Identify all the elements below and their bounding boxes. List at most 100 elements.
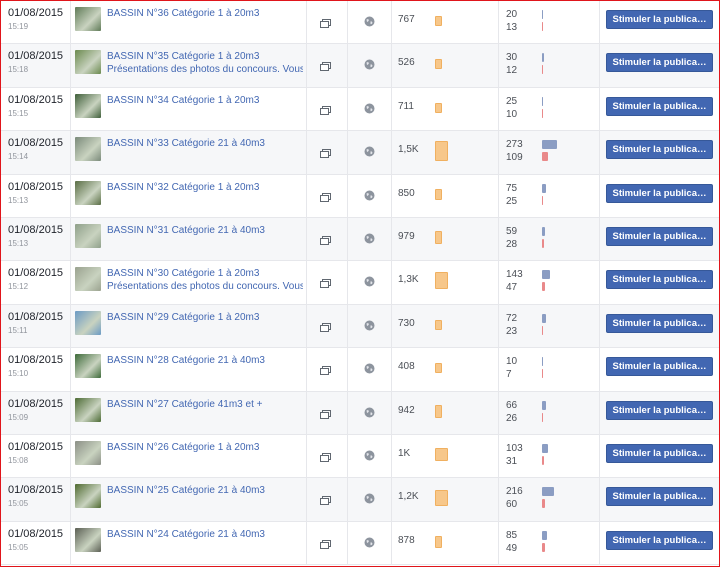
post-title-link[interactable]: BASSIN N°25 Catégorie 21 à 40m3 <box>107 484 303 497</box>
column-divider <box>599 174 600 217</box>
post-title-link[interactable]: BASSIN N°31 Catégorie 21 à 40m3 <box>107 224 303 237</box>
boost-post-button[interactable]: Stimuler la publica… <box>606 53 713 73</box>
boost-post-button[interactable]: Stimuler la publica… <box>606 357 713 377</box>
share-box-icon[interactable] <box>320 319 331 332</box>
boost-post-button[interactable]: Stimuler la publica… <box>606 444 713 463</box>
post-thumbnail[interactable] <box>75 527 101 552</box>
post-thumbnail[interactable] <box>75 484 101 509</box>
post-thumbnail[interactable] <box>75 137 101 162</box>
post-thumbnail[interactable] <box>75 397 101 422</box>
reach-bar <box>435 141 448 162</box>
post-thumbnail[interactable] <box>75 50 101 75</box>
engagement-bar-top <box>542 53 544 63</box>
column-divider <box>347 304 348 348</box>
post-title-link[interactable]: BASSIN N°33 Catégorie 21 à 40m3 <box>107 137 303 150</box>
post-title-link[interactable]: BASSIN N°32 Catégorie 1 à 20m3 <box>107 181 303 194</box>
column-divider <box>306 174 307 217</box>
share-box-icon[interactable] <box>320 15 331 28</box>
post-title[interactable]: BASSIN N°31 Catégorie 21 à 40m3 <box>107 225 265 236</box>
post-title-link[interactable]: BASSIN N°28 Catégorie 21 à 40m3 <box>107 354 303 367</box>
post-title[interactable]: BASSIN N°26 Catégorie 1 à 20m3 <box>107 442 259 453</box>
share-box-icon[interactable] <box>320 58 331 72</box>
post-thumbnail[interactable] <box>75 93 101 118</box>
share-box-icon[interactable] <box>320 406 331 419</box>
post-subtitle[interactable]: Présentations des photos du concours. Vo… <box>107 63 303 76</box>
reach-bar <box>435 272 448 290</box>
post-title[interactable]: BASSIN N°24 Catégorie 21 à 40m3 <box>107 529 265 540</box>
column-divider <box>498 348 499 391</box>
reach-bar <box>435 490 448 507</box>
share-box-icon[interactable] <box>320 362 331 376</box>
post-thumbnail[interactable] <box>75 267 101 292</box>
reach-value: 850 <box>398 187 415 199</box>
post-thumbnail[interactable] <box>75 310 101 335</box>
column-divider <box>391 391 392 434</box>
engagement-top-value: 66 <box>506 399 518 411</box>
engagement-bottom-value: 60 <box>506 499 518 511</box>
column-divider <box>498 261 499 304</box>
reach-bar <box>435 188 442 200</box>
post-title-link[interactable]: BASSIN N°24 Catégorie 21 à 40m3 <box>107 528 303 541</box>
boost-post-button[interactable]: Stimuler la publica… <box>606 270 713 290</box>
boost-post-button[interactable]: Stimuler la publica… <box>606 400 713 420</box>
globe-icon <box>364 405 375 418</box>
reach-value: 878 <box>398 534 415 546</box>
post-thumbnail[interactable] <box>75 224 101 248</box>
boost-post-button[interactable]: Stimuler la publica… <box>606 96 713 116</box>
boost-post-button[interactable]: Stimuler la publica… <box>606 227 713 246</box>
boost-post-button[interactable]: Stimuler la publica… <box>606 487 713 507</box>
post-title-link[interactable]: BASSIN N°34 Catégorie 1 à 20m3 <box>107 94 303 107</box>
share-box-icon[interactable] <box>320 232 331 245</box>
reach-value: 1K <box>398 448 411 459</box>
post-title-link[interactable]: BASSIN N°35 Catégorie 1 à 20m3 Présentati… <box>107 50 303 76</box>
post-title[interactable]: BASSIN N°29 Catégorie 1 à 20m3 <box>107 312 259 323</box>
share-box-icon[interactable] <box>320 536 331 549</box>
share-box-icon[interactable] <box>320 449 331 462</box>
table-row: 01/08/2015 15:08 BASSIN N°26 Catégorie 1 à… <box>1 435 719 479</box>
post-title-link[interactable]: BASSIN N°29 Catégorie 1 à 20m3 <box>107 311 303 324</box>
globe-icon <box>364 144 375 157</box>
post-title[interactable]: BASSIN N°30 Catégorie 1 à 20m3 <box>107 268 259 279</box>
boost-post-button[interactable]: Stimuler la publica… <box>606 140 713 160</box>
post-title[interactable]: BASSIN N°34 Catégorie 1 à 20m3 <box>107 95 259 106</box>
post-date: 01/08/2015 <box>8 441 64 453</box>
post-title[interactable]: BASSIN N°27 Catégorie 41m3 et + <box>107 399 262 410</box>
post-title[interactable]: BASSIN N°35 Catégorie 1 à 20m3 <box>107 51 259 62</box>
post-title-link[interactable]: BASSIN N°36 Catégorie 1 à 20m3 <box>107 7 303 20</box>
column-divider <box>70 304 71 348</box>
share-box-icon[interactable] <box>320 102 331 115</box>
share-box-icon[interactable] <box>320 492 331 506</box>
post-title-link[interactable]: BASSIN N°27 Catégorie 41m3 et + <box>107 398 303 411</box>
globe-icon <box>364 491 375 504</box>
reach-value: 711 <box>398 100 414 112</box>
column-divider <box>347 87 348 131</box>
post-thumbnail[interactable] <box>75 7 101 31</box>
post-title[interactable]: BASSIN N°33 Catégorie 21 à 40m3 <box>107 138 265 149</box>
share-box-icon[interactable] <box>320 189 331 202</box>
engagement-bottom-value: 7 <box>506 369 512 381</box>
post-title[interactable]: BASSIN N°28 Catégorie 21 à 40m3 <box>107 355 265 366</box>
post-title[interactable]: BASSIN N°25 Catégorie 21 à 40m3 <box>107 485 265 496</box>
column-divider <box>391 348 392 391</box>
post-title[interactable]: BASSIN N°32 Catégorie 1 à 20m3 <box>107 182 259 193</box>
boost-post-button[interactable]: Stimuler la publica… <box>606 183 713 203</box>
column-divider <box>306 435 307 478</box>
post-title-link[interactable]: BASSIN N°30 Catégorie 1 à 20m3 Présentati… <box>107 267 303 293</box>
boost-post-button[interactable]: Stimuler la publica… <box>606 530 713 550</box>
engagement-bottom-value: 10 <box>506 108 518 120</box>
post-time: 15:08 <box>8 456 29 465</box>
column-divider <box>391 44 392 87</box>
post-thumbnail[interactable] <box>75 441 101 465</box>
engagement-bar-top <box>542 96 543 106</box>
post-title-link[interactable]: BASSIN N°26 Catégorie 1 à 20m3 <box>107 441 303 454</box>
post-title[interactable]: BASSIN N°36 Catégorie 1 à 20m3 <box>107 8 259 19</box>
share-box-icon[interactable] <box>320 145 331 159</box>
engagement-top-value: 20 <box>506 9 518 20</box>
boost-post-button[interactable]: Stimuler la publica… <box>606 313 713 333</box>
post-date: 01/08/2015 <box>8 527 64 540</box>
post-thumbnail[interactable] <box>75 180 101 205</box>
post-thumbnail[interactable] <box>75 354 101 379</box>
boost-post-button[interactable]: Stimuler la publica… <box>606 10 713 29</box>
post-subtitle[interactable]: Présentations des photos du concours. Vo… <box>107 280 303 293</box>
share-box-icon[interactable] <box>320 275 331 289</box>
